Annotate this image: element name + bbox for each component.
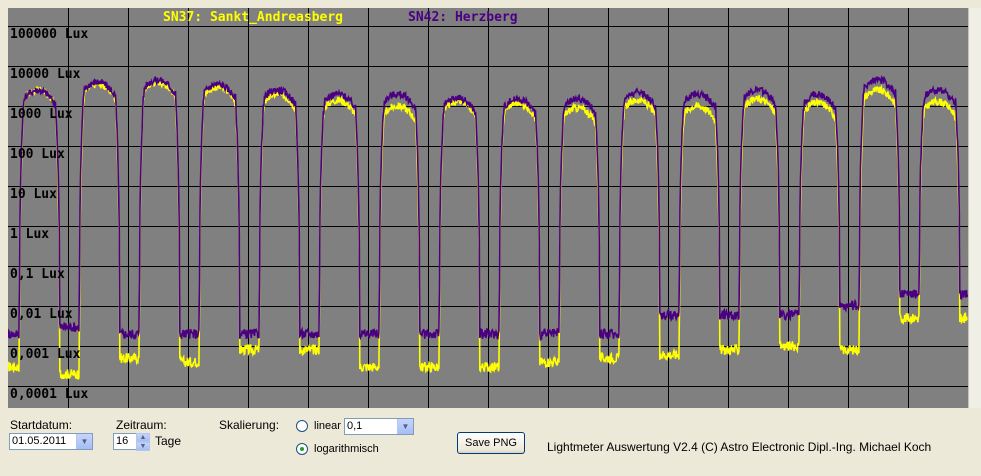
linear-label: linear [314,420,341,432]
save-png-button[interactable]: Save PNG [457,432,525,454]
y-tick-label: 1000 Lux [10,107,73,122]
chevron-down-icon[interactable]: ▼ [76,434,92,449]
linear-value-select[interactable]: 0,1 ▼ [344,418,414,435]
series-line-sn42 [8,74,968,342]
y-tick-label: 10000 Lux [10,67,81,82]
startdatum-picker[interactable]: 01.05.2011 ▼ [9,433,93,450]
radio-linear[interactable] [296,420,308,432]
spin-down-icon[interactable]: ▼ [136,442,150,451]
skalierung-label: Skalierung: [219,418,280,432]
y-tick-label: 0,01 Lux [10,307,73,322]
y-tick-label: 10 Lux [10,187,57,202]
lux-chart: 100000 Lux 10000 Lux 1000 Lux 100 Lux 10 Lux… [8,8,968,408]
zeitraum-unit: Tage [155,434,182,448]
y-tick-label: 100 Lux [10,147,65,162]
startdatum-value: 01.05.2011 [12,435,67,447]
zeitraum-value: 16 [116,435,129,447]
linear-value: 0,1 [347,420,363,432]
app-window: 100000 Lux 10000 Lux 1000 Lux 100 Lux 10 Lux… [0,0,981,476]
y-tick-label: 1 Lux [10,227,49,242]
spin-up-icon[interactable]: ▲ [136,433,150,442]
log-label: logarithmisch [314,443,379,455]
zeitraum-label: Zeitraum: [116,418,167,432]
legend-sn42: SN42: Herzberg [408,10,518,25]
chevron-down-icon[interactable]: ▼ [397,419,413,434]
y-tick-label: 0,1 Lux [10,267,65,282]
legend-sn37: SN37: Sankt_Andreasberg [163,10,343,25]
footer-text: Lightmeter Auswertung V2.4 (C) Astro Ele… [547,440,932,454]
radio-selected-dot [300,447,304,451]
startdatum-label: Startdatum: [10,418,73,432]
vertical-scrollbar[interactable] [968,8,981,408]
y-tick-label: 0,0001 Lux [10,387,88,402]
radio-logarithmisch[interactable] [296,443,308,455]
plot-area: 100000 Lux 10000 Lux 1000 Lux 100 Lux 10 Lux… [8,8,968,408]
zeitraum-input[interactable]: 16 [113,433,137,450]
y-tick-label: 0,001 Lux [10,347,81,362]
y-tick-label: 100000 Lux [10,27,88,42]
